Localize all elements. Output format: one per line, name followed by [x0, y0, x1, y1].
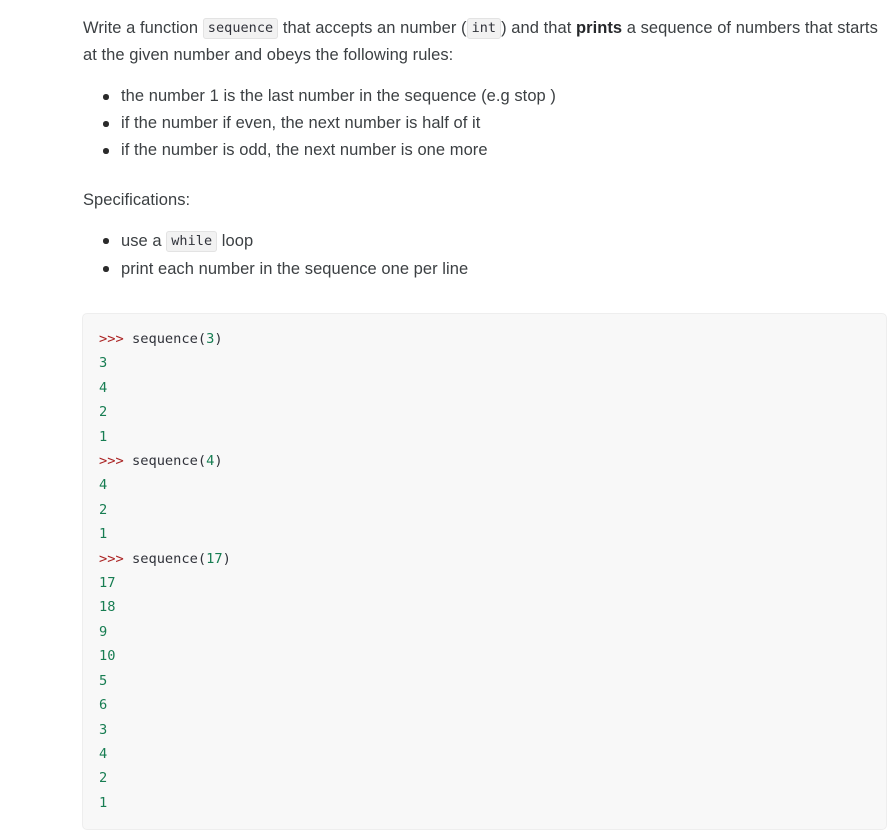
- spec-text-pre: print each number in the sequence one pe…: [121, 260, 469, 278]
- console-output-value: 5: [99, 672, 108, 689]
- console-paren-close: ): [214, 453, 223, 470]
- console-output-line: 6: [99, 693, 886, 717]
- inline-code-int: int: [466, 18, 502, 39]
- inline-code-while: while: [166, 231, 218, 252]
- console-paren-close: ): [214, 331, 223, 347]
- console-output-value: 18: [99, 599, 116, 616]
- console-output-value: 9: [99, 623, 108, 640]
- console-output: >>> sequence(3) 3 4 2 1 >>> sequence(4) 4 2 1 >>>…: [99, 327, 886, 815]
- specifications-label: Specifications:: [83, 191, 191, 209]
- console-prompt: >>>: [99, 453, 132, 470]
- console-output-value: 1: [99, 794, 108, 811]
- inline-code-sequence: sequence: [202, 18, 279, 39]
- console-function-name: sequence: [131, 550, 198, 567]
- console-output-line: 10: [99, 644, 886, 668]
- console-output-line: 3: [99, 351, 886, 375]
- list-item: use a while loop: [103, 227, 881, 255]
- console-output-line: 1: [99, 522, 886, 546]
- intro-text-part3: ) and that: [501, 19, 576, 37]
- list-item: print each number in the sequence one pe…: [103, 255, 881, 283]
- console-output-value: 1: [99, 526, 108, 543]
- console-output-value: 3: [99, 721, 108, 738]
- intro-bold-prints: prints: [575, 19, 623, 37]
- console-output-line: 2: [99, 766, 886, 790]
- console-output-line: 2: [99, 400, 886, 424]
- console-output-line: 5: [99, 669, 886, 693]
- console-output-line: 17: [99, 571, 886, 595]
- console-output-value: 4: [99, 379, 108, 396]
- console-output-value: 4: [99, 745, 108, 762]
- console-output-value: 2: [99, 501, 108, 518]
- exercise-page: Write a function sequence that accepts a…: [0, 0, 889, 830]
- console-output-line: 9: [99, 620, 886, 644]
- console-input-line: >>> sequence(4): [99, 449, 886, 473]
- console-output-value: 2: [99, 404, 108, 421]
- console-paren-open: (: [197, 453, 207, 470]
- intro-text-part1: Write a function: [83, 19, 203, 37]
- console-output-line: 3: [99, 718, 886, 742]
- console-output-value: 1: [99, 428, 108, 445]
- intro-text-part2: that accepts an number (: [278, 19, 467, 37]
- console-output-value: 4: [99, 477, 108, 494]
- console-output-line: 4: [99, 376, 886, 400]
- console-output-line: 1: [99, 791, 886, 815]
- console-output-line: 4: [99, 473, 886, 497]
- spec-text-post: loop: [217, 232, 254, 250]
- console-prompt: >>>: [99, 550, 132, 567]
- console-output-value: 6: [99, 697, 108, 714]
- console-paren-close: ): [222, 550, 231, 567]
- console-input-line: >>> sequence(3): [99, 327, 886, 351]
- console-paren-open: (: [197, 331, 207, 347]
- console-code-block: >>> sequence(3) 3 4 2 1 >>> sequence(4) 4 2 1 >>>…: [82, 313, 887, 830]
- rules-list: the number 1 is the last number in the s…: [83, 83, 881, 164]
- exercise-intro-paragraph: Write a function sequence that accepts a…: [83, 15, 881, 69]
- spec-text-pre: use a: [121, 232, 167, 250]
- console-paren-open: (: [197, 550, 207, 567]
- console-argument: 17: [206, 550, 223, 567]
- specifications-list: use a while loop print each number in th…: [83, 227, 881, 283]
- console-function-name: sequence: [131, 453, 198, 470]
- list-item: if the number if even, the next number i…: [103, 110, 881, 137]
- console-output-value: 2: [99, 770, 108, 787]
- console-output-line: 18: [99, 595, 886, 619]
- console-output-line: 1: [99, 425, 886, 449]
- console-output-value: 3: [99, 355, 108, 372]
- console-prompt: >>>: [99, 331, 132, 347]
- list-item: if the number is odd, the next number is…: [103, 137, 881, 164]
- console-output-line: 4: [99, 742, 886, 766]
- console-output-line: 2: [99, 498, 886, 522]
- list-item: the number 1 is the last number in the s…: [103, 83, 881, 110]
- console-function-name: sequence: [131, 331, 198, 347]
- console-output-value: 17: [99, 575, 116, 592]
- console-input-line: >>> sequence(17): [99, 547, 886, 571]
- console-output-value: 10: [99, 648, 116, 665]
